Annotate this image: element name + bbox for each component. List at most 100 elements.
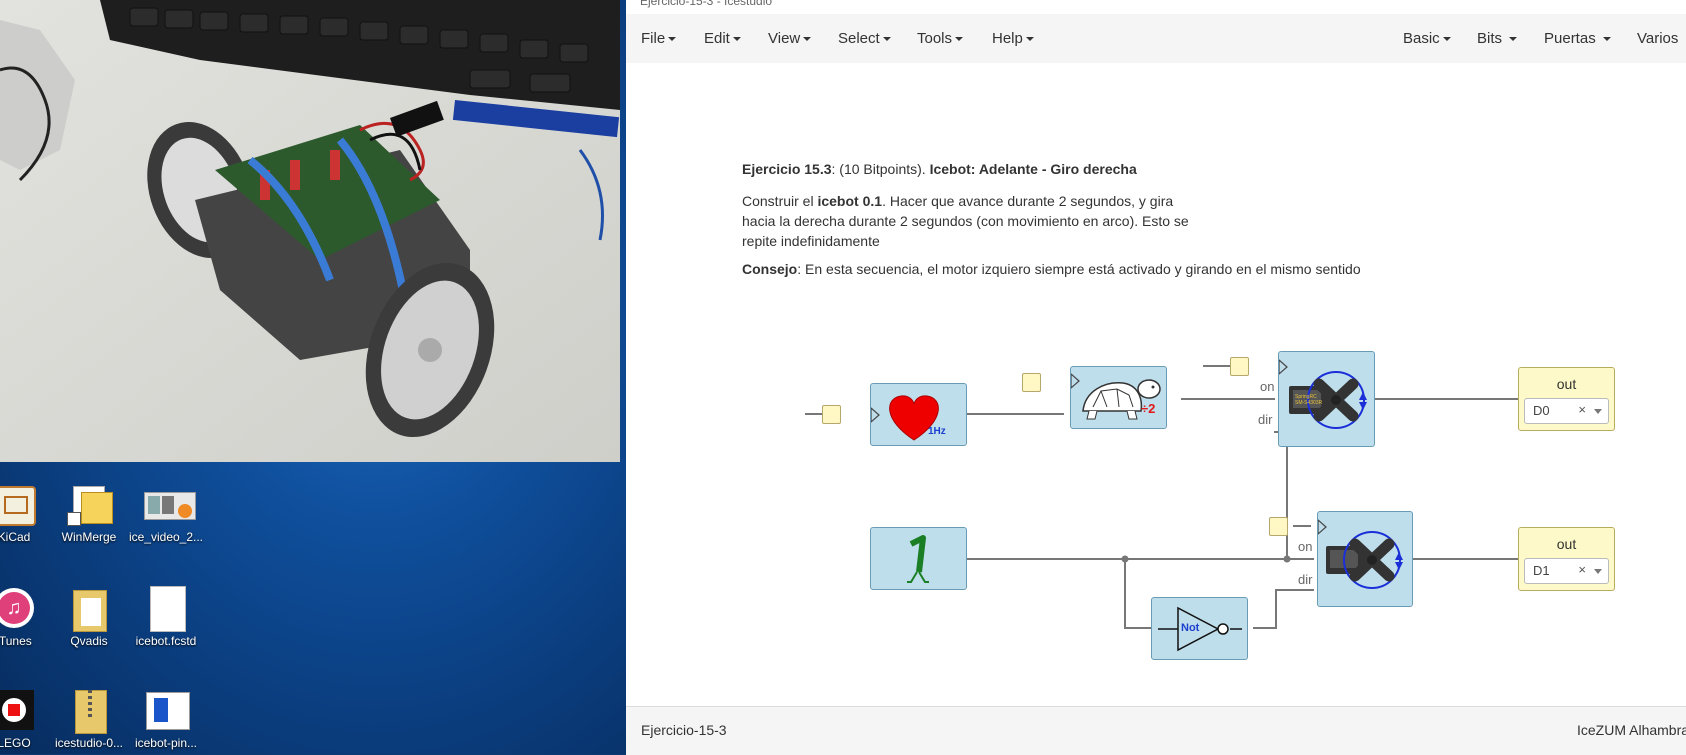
desktop-icon-label: icestudio-0... bbox=[55, 736, 123, 750]
desktop-icon-label: LEGO bbox=[0, 736, 31, 750]
caret-down-icon bbox=[803, 37, 811, 41]
menu-file[interactable]: File bbox=[641, 30, 676, 47]
desktop: KiCad WinMerge ice_video_2... ♫ iTunes Q… bbox=[0, 0, 626, 754]
pin-value: D0 bbox=[1533, 403, 1550, 418]
webcam-photo bbox=[0, 0, 620, 462]
desktop-icon-label: iTunes bbox=[0, 634, 32, 648]
servo-top-block[interactable]: SpringRC SM-S4303R bbox=[1278, 351, 1375, 447]
file-icon bbox=[144, 586, 188, 630]
winmerge-icon bbox=[67, 482, 111, 526]
dropdown-arrow-icon[interactable] bbox=[1594, 409, 1602, 414]
title-bar: Ejercicio-15-3 - Icestudio bbox=[626, 0, 1686, 15]
menu-label: File bbox=[641, 30, 665, 47]
menu-label: Edit bbox=[704, 30, 730, 47]
caret-down-icon bbox=[668, 37, 676, 41]
prescaler-divider-label: ÷2 bbox=[1141, 401, 1155, 416]
folder-icon bbox=[67, 586, 111, 630]
image-file-icon bbox=[144, 688, 188, 732]
wire bbox=[1125, 559, 1151, 628]
prescaler-input-port[interactable] bbox=[1022, 373, 1041, 392]
window-title: Ejercicio-15-3 - Icestudio bbox=[640, 0, 772, 8]
menu-view[interactable]: View bbox=[768, 30, 811, 47]
output-title: out bbox=[1519, 536, 1614, 552]
servo-icon bbox=[1318, 512, 1414, 608]
menu-label: Puertas bbox=[1544, 30, 1596, 47]
wire bbox=[1253, 590, 1314, 628]
caret-down-icon bbox=[733, 37, 741, 41]
heart-icon bbox=[871, 384, 968, 447]
not-gate-icon bbox=[1152, 598, 1249, 661]
desktop-icon-label: icebot.fcstd bbox=[136, 634, 197, 648]
menu-label: View bbox=[768, 30, 800, 47]
icestudio-window: Ejercicio-15-3 - Icestudio File Edit Vie… bbox=[626, 0, 1686, 754]
one-bit-icon bbox=[871, 528, 968, 591]
servo-icon bbox=[1279, 352, 1376, 448]
menu-varios[interactable]: Varios bbox=[1637, 30, 1686, 47]
desktop-icon-ice-video[interactable]: ice_video_2... bbox=[121, 482, 211, 544]
heartbeat-block[interactable]: 1Hz bbox=[870, 383, 967, 446]
lego-icon bbox=[0, 688, 36, 732]
pin-value: D1 bbox=[1533, 563, 1550, 578]
servo-top-input-port[interactable] bbox=[1230, 357, 1249, 376]
desktop-icon-icebot-fcstd[interactable]: icebot.fcstd bbox=[121, 586, 211, 648]
menu-select[interactable]: Select bbox=[838, 30, 891, 47]
menu-label: Tools bbox=[917, 30, 952, 47]
menu-tools[interactable]: Tools bbox=[917, 30, 963, 47]
servo-brand-label: SpringRC SM-S4303R bbox=[1295, 394, 1323, 406]
menu-help[interactable]: Help bbox=[992, 30, 1034, 47]
output-title: out bbox=[1519, 376, 1614, 392]
wire bbox=[966, 432, 1287, 559]
heart-freq-label: 1Hz bbox=[928, 426, 946, 437]
menu-label: Bits bbox=[1477, 30, 1502, 47]
kicad-icon bbox=[0, 482, 36, 526]
desktop-icon-label: ice_video_2... bbox=[129, 530, 203, 544]
circuit-canvas[interactable]: Ejercicio 15.3: (10 Bitpoints). Icebot: … bbox=[626, 63, 1686, 706]
board-name[interactable]: IceZUM Alhambra bbox=[1577, 722, 1686, 738]
clear-icon[interactable]: × bbox=[1578, 402, 1586, 417]
desktop-icon-icebot-pin[interactable]: icebot-pin... bbox=[121, 688, 211, 750]
pin-select-d1[interactable]: D1 × bbox=[1524, 558, 1609, 584]
output-d0-block[interactable]: out D0 × bbox=[1518, 367, 1615, 431]
turtle-icon bbox=[1071, 367, 1168, 430]
clear-icon[interactable]: × bbox=[1578, 562, 1586, 577]
video-file-icon bbox=[144, 482, 188, 526]
desktop-icon-label: icebot-pin... bbox=[135, 736, 197, 750]
caret-down-icon bbox=[955, 37, 963, 41]
pin-select-d0[interactable]: D0 × bbox=[1524, 398, 1609, 424]
servo-bottom-block[interactable] bbox=[1317, 511, 1413, 607]
menu-label: Help bbox=[992, 30, 1023, 47]
servo-bottom-on-label: on bbox=[1298, 539, 1312, 554]
wire-junction bbox=[1284, 556, 1291, 563]
itunes-icon: ♫ bbox=[0, 586, 36, 630]
menu-label: Basic bbox=[1403, 30, 1440, 47]
caret-down-icon bbox=[1603, 37, 1611, 41]
servo-top-on-label: on bbox=[1260, 379, 1274, 394]
not-gate-label: Not bbox=[1181, 622, 1199, 634]
menu-edit[interactable]: Edit bbox=[704, 30, 741, 47]
status-bar: Ejercicio-15-3 IceZUM Alhambra bbox=[626, 706, 1686, 755]
prescaler-block[interactable]: ÷2 bbox=[1070, 366, 1167, 429]
servo-bottom-input-port[interactable] bbox=[1269, 517, 1288, 536]
menu-label: Varios bbox=[1637, 30, 1678, 47]
menu-puertas[interactable]: Puertas bbox=[1544, 30, 1611, 47]
output-d1-block[interactable]: out D1 × bbox=[1518, 527, 1615, 591]
menu-label: Select bbox=[838, 30, 880, 47]
not-gate-block[interactable]: Not bbox=[1151, 597, 1248, 660]
desktop-icon-label: KiCad bbox=[0, 530, 30, 544]
caret-down-icon bbox=[1509, 37, 1517, 41]
constant-one-block[interactable] bbox=[870, 527, 967, 590]
dropdown-arrow-icon[interactable] bbox=[1594, 569, 1602, 574]
caret-down-icon bbox=[1443, 37, 1451, 41]
clock-input-port[interactable] bbox=[822, 405, 841, 424]
menu-bits[interactable]: Bits bbox=[1477, 30, 1517, 47]
zip-folder-icon bbox=[67, 688, 111, 732]
desktop-icon-label: WinMerge bbox=[62, 530, 117, 544]
caret-down-icon bbox=[883, 37, 891, 41]
servo-bottom-dir-label: dir bbox=[1298, 572, 1312, 587]
desktop-icon-label: Qvadis bbox=[70, 634, 107, 648]
menu-basic[interactable]: Basic bbox=[1403, 30, 1451, 47]
caret-down-icon bbox=[1026, 37, 1034, 41]
wire-junction bbox=[1122, 556, 1129, 563]
menu-bar: File Edit View Select Tools Help Basic B… bbox=[626, 14, 1686, 64]
servo-top-dir-label: dir bbox=[1258, 412, 1272, 427]
